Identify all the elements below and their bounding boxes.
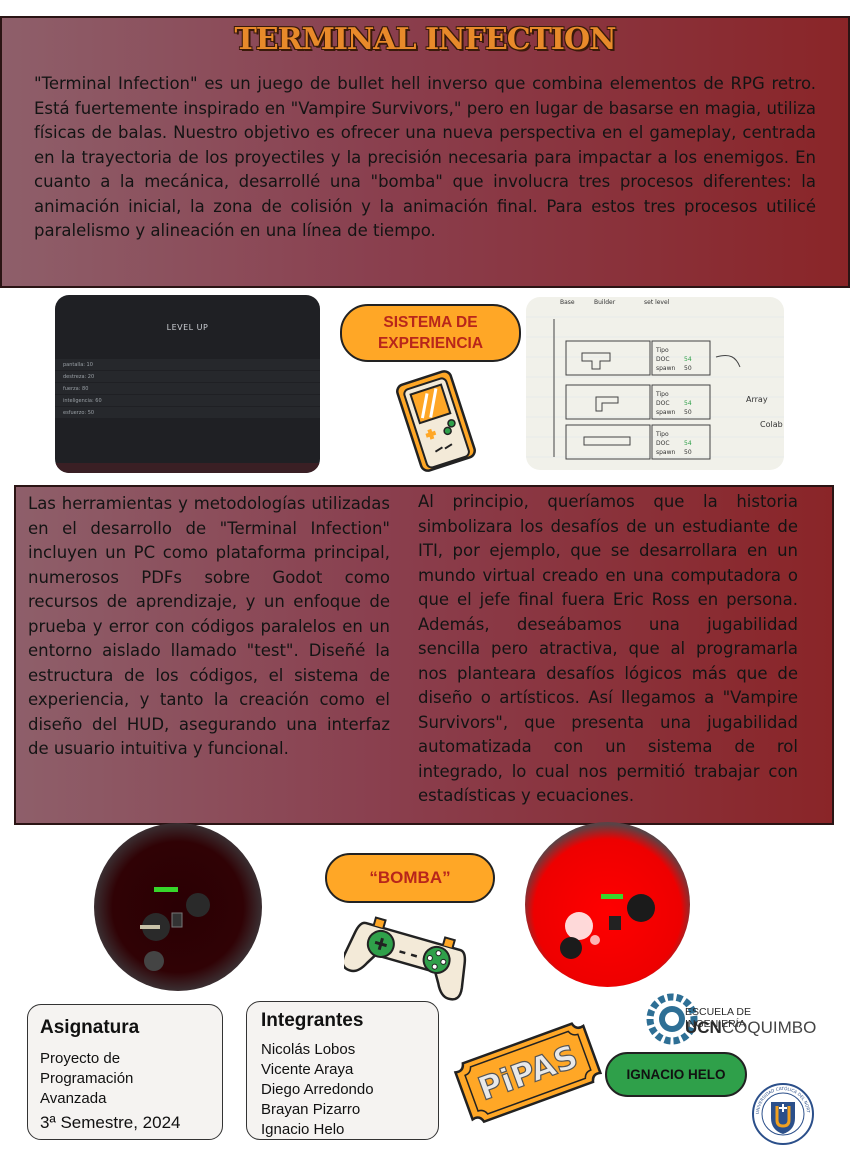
sketch-header: Builder [594, 299, 616, 306]
experience-system-label: SISTEMA DE EXPERIENCIA [377, 314, 484, 352]
member-name: Vicente Araya [261, 1061, 354, 1078]
level-up-stat-list: pantalla: 10 destreza: 20 fuerza: 80 int… [55, 353, 320, 418]
pipas-logo: PiPAS [453, 1022, 603, 1124]
sketch-tag: spawn [656, 449, 676, 456]
author-name-pill: IGNACIO HELO [605, 1052, 747, 1097]
stat-row-label: esfuerzo: 50 [63, 410, 95, 416]
game-scene-bomb [525, 822, 690, 987]
members-card: Integrantes Nicolás Lobos Vicente Araya … [246, 1001, 439, 1140]
university-seal: UNIVERSIDAD CATÓLICA DEL NORTE · CHILE [751, 1082, 814, 1145]
sketch-drawing: Base Builder set level Tipo DOC spawn 54… [526, 299, 784, 460]
member-name: Brayan Pizarro [261, 1101, 361, 1118]
stat-row-label: destreza: 20 [63, 374, 95, 380]
sketch-tag: Tipo [655, 431, 669, 438]
ground-strip [55, 463, 320, 473]
member-name: Ignacio Helo [261, 1121, 345, 1138]
member-name: Diego Arredondo [261, 1081, 374, 1098]
sketch-value: 54 [684, 356, 692, 363]
subject-heading: Asignatura [40, 1017, 140, 1038]
sketch-tag: DOC [656, 356, 670, 363]
bomb-label: “BOMBA” [369, 868, 451, 887]
dark-scene-art [140, 887, 210, 971]
ucn-name: UCNCOQUIMBO [685, 1018, 816, 1038]
sketch-header: set level [644, 299, 670, 306]
stat-row-label: pantalla: 10 [63, 362, 93, 368]
sketch-value: 50 [684, 409, 692, 416]
subject-line: Proyecto de [40, 1050, 121, 1067]
sketch-value: 50 [684, 365, 692, 372]
page-title: TERMINAL INFECTION [234, 22, 616, 57]
story-paragraph: Al principio, queríamos que la historia … [418, 492, 798, 805]
sketch-tag: DOC [656, 400, 670, 407]
semester-label: 3ª Semestre, 2024 [40, 1113, 181, 1132]
hud-sketch-image: Base Builder set level Tipo DOC spawn 54… [526, 297, 784, 470]
members-heading: Integrantes [261, 1010, 364, 1031]
subject-card: Asignatura Proyecto de Programación Avan… [27, 1004, 223, 1140]
subject-line: Programación [40, 1070, 134, 1087]
sketch-tag: DOC [656, 440, 670, 447]
gameboy-icon [396, 370, 476, 472]
sketch-value: 54 [684, 440, 692, 447]
bomb-pill: “BOMBA” [325, 853, 495, 903]
stat-row-label: fuerza: 80 [63, 386, 89, 392]
sketch-tag: Tipo [655, 347, 669, 354]
sketch-side-note: Array [746, 395, 768, 404]
experience-system-pill: SISTEMA DE EXPERIENCIA [340, 304, 521, 362]
intro-paragraph: "Terminal Infection" es un juego de bull… [34, 74, 816, 240]
gamepad-icon [344, 916, 467, 1001]
ucn-name-bold: UCN [685, 1018, 722, 1037]
sketch-tag: spawn [656, 409, 676, 416]
member-name: Nicolás Lobos [261, 1041, 356, 1058]
bomb-scene-art [560, 894, 655, 959]
subject-line: Avanzada [40, 1090, 107, 1107]
sketch-tag: Tipo [655, 391, 669, 398]
level-up-title: LEVEL UP [166, 323, 209, 332]
stat-row-label: inteligencia: 60 [63, 398, 102, 404]
author-name-label: IGNACIO HELO [626, 1067, 726, 1082]
sketch-value: 50 [684, 449, 692, 456]
ucn-logo: ESCUELA DE INGENIERÍA UCNCOQUIMBO [643, 986, 816, 1052]
sketch-value: 54 [684, 400, 692, 407]
tools-paragraph: Las herramientas y metodologías utilizad… [28, 494, 390, 758]
level-up-screenshot: LEVEL UP pantalla: 10 destreza: 20 fuerz… [55, 295, 320, 473]
ucn-name-city: COQUIMBO [721, 1018, 817, 1037]
sketch-header: Base [560, 299, 575, 306]
game-scene-dark [94, 823, 262, 991]
sketch-side-note: Colab [760, 420, 783, 429]
sketch-tag: spawn [656, 365, 676, 372]
